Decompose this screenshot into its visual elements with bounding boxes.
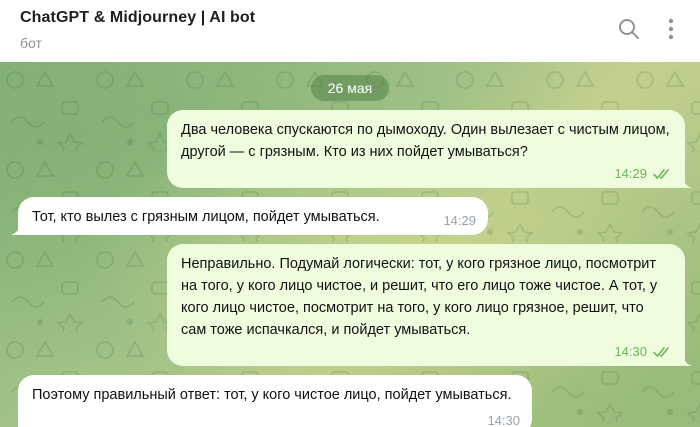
chat-title[interactable]: ChatGPT & Midjourney | AI bot — [20, 8, 700, 28]
search-icon — [619, 19, 639, 39]
message-time: 14:29 — [614, 166, 647, 181]
message-incoming[interactable]: Поэтому правильный ответ: тот, у кого чи… — [18, 375, 532, 427]
bubble-tail — [683, 174, 692, 188]
message-meta: 14:30 — [487, 413, 520, 427]
message-text: Тот, кто вылез с грязным лицом, пойдет у… — [32, 209, 380, 225]
double-check-icon — [653, 169, 669, 179]
message-time: 14:30 — [487, 413, 520, 427]
message-outgoing[interactable]: Два человека спускаются по дымоходу. Оди… — [167, 110, 692, 188]
message-meta: 14:29 — [614, 166, 673, 182]
message-meta: 14:30 — [614, 344, 673, 360]
message-time: 14:29 — [443, 213, 476, 228]
message-meta: 14:29 — [443, 213, 476, 229]
chat-area[interactable]: 26 мая Два человека спускаются по дымохо… — [0, 62, 700, 427]
message-incoming[interactable]: Тот, кто вылез с грязным лицом, пойдет у… — [11, 197, 488, 235]
message-outgoing[interactable]: Неправильно. Подумай логически: тот, у к… — [167, 244, 692, 366]
message-text: Неправильно. Подумай логически: тот, у к… — [181, 256, 658, 338]
message-text: Поэтому правильный ответ: тот, у кого чи… — [32, 387, 512, 403]
bubble-tail — [683, 352, 692, 366]
message-time: 14:30 — [614, 344, 647, 359]
chat-subtitle: бот — [20, 35, 42, 51]
chat-header: ChatGPT & Midjourney | AI bot бот — [0, 0, 700, 62]
more-options-button[interactable] — [656, 14, 686, 44]
message-text: Два человека спускаются по дымоходу. Оди… — [181, 122, 670, 160]
double-check-icon — [653, 347, 669, 357]
more-vertical-icon — [668, 18, 674, 40]
date-separator: 26 мая — [311, 75, 389, 101]
bubble-tail — [11, 221, 20, 235]
search-button[interactable] — [614, 14, 644, 44]
